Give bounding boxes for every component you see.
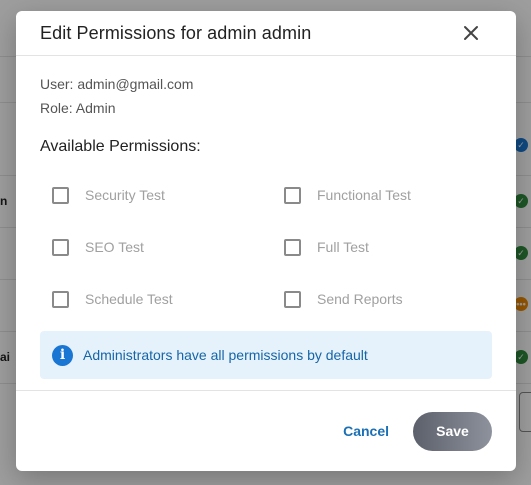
dialog-title: Edit Permissions for admin admin	[40, 22, 312, 43]
permissions-heading: Available Permissions:	[40, 138, 201, 155]
info-alert: i Administrators have all permissions by…	[40, 331, 492, 379]
permission-security-test[interactable]: Security Test	[40, 169, 272, 221]
dialog-body: User: admin@gmail.com Role: Admin Availa…	[16, 56, 516, 379]
cancel-button[interactable]: Cancel	[343, 423, 389, 439]
close-icon	[464, 26, 478, 40]
edit-permissions-dialog: Edit Permissions for admin admin User: a…	[16, 11, 516, 471]
permission-label: Schedule Test	[85, 291, 173, 307]
permission-send-reports[interactable]: Send Reports	[272, 273, 472, 325]
permission-functional-test[interactable]: Functional Test	[272, 169, 472, 221]
save-button[interactable]: Save	[413, 411, 492, 451]
close-button[interactable]	[460, 22, 482, 44]
permission-label: SEO Test	[85, 239, 144, 255]
checkbox[interactable]	[52, 290, 69, 308]
user-role: Role: Admin	[40, 100, 116, 116]
checkbox[interactable]	[52, 238, 69, 256]
permission-label: Send Reports	[317, 291, 403, 307]
permission-full-test[interactable]: Full Test	[272, 221, 472, 273]
checkbox[interactable]	[52, 186, 69, 204]
checkbox[interactable]	[284, 238, 301, 256]
permissions-list: Security Test Functional Test SEO Test F…	[40, 169, 492, 325]
checkbox[interactable]	[284, 186, 301, 204]
permission-seo-test[interactable]: SEO Test	[40, 221, 272, 273]
dialog-header: Edit Permissions for admin admin	[16, 11, 516, 56]
permission-label: Functional Test	[317, 187, 411, 203]
info-icon: i	[52, 344, 73, 366]
dialog-footer: Cancel Save	[16, 390, 516, 471]
info-message: Administrators have all permissions by d…	[83, 347, 368, 363]
permission-label: Security Test	[85, 187, 165, 203]
checkbox[interactable]	[284, 290, 301, 308]
permission-label: Full Test	[317, 239, 369, 255]
user-email: User: admin@gmail.com	[40, 76, 194, 92]
permission-schedule-test[interactable]: Schedule Test	[40, 273, 272, 325]
